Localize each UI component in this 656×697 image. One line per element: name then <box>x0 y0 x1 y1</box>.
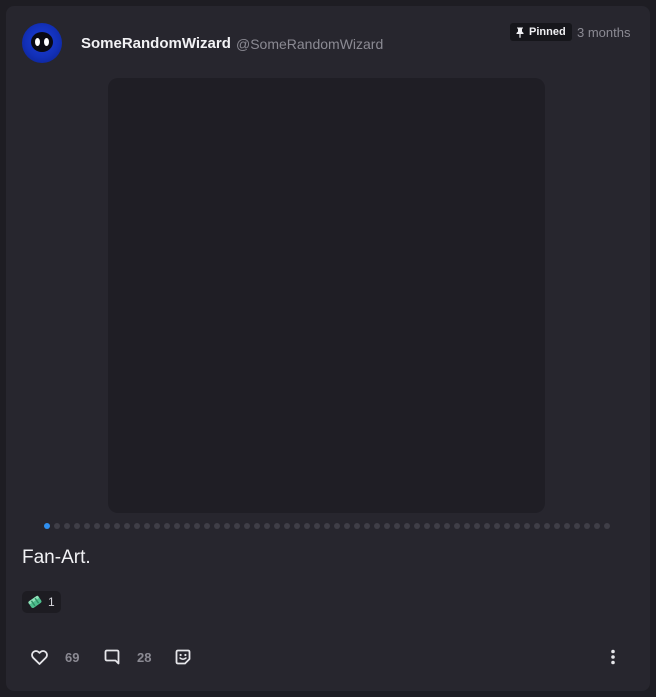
carousel-dot[interactable] <box>264 523 270 529</box>
carousel-dot[interactable] <box>304 523 310 529</box>
carousel-dot[interactable] <box>584 523 590 529</box>
carousel-dot[interactable] <box>454 523 460 529</box>
reaction-count: 1 <box>48 595 55 609</box>
avatar-eye-left <box>35 38 40 46</box>
carousel-dot[interactable] <box>314 523 320 529</box>
carousel-dot[interactable] <box>394 523 400 529</box>
comment-icon[interactable] <box>103 648 121 666</box>
carousel-dot[interactable] <box>574 523 580 529</box>
pin-icon <box>516 27 524 38</box>
post-actions: 69 28 <box>6 646 650 668</box>
carousel-dot[interactable] <box>514 523 520 529</box>
reaction-chip[interactable]: 1 <box>22 591 61 613</box>
avatar[interactable] <box>22 23 62 63</box>
carousel-dot[interactable] <box>404 523 410 529</box>
carousel-dot[interactable] <box>194 523 200 529</box>
carousel-dot[interactable] <box>234 523 240 529</box>
like-count: 69 <box>65 650 80 665</box>
carousel-dot[interactable] <box>104 523 110 529</box>
carousel-dot[interactable] <box>464 523 470 529</box>
carousel-dot[interactable] <box>474 523 480 529</box>
carousel-dot[interactable] <box>484 523 490 529</box>
gem-icon <box>28 595 42 608</box>
carousel-dot[interactable] <box>434 523 440 529</box>
carousel-dot[interactable] <box>384 523 390 529</box>
carousel-dot[interactable] <box>564 523 570 529</box>
pinned-label: Pinned <box>529 26 566 38</box>
carousel-dot[interactable] <box>354 523 360 529</box>
carousel-dot[interactable] <box>154 523 160 529</box>
carousel-dot[interactable] <box>494 523 500 529</box>
carousel-dot[interactable] <box>444 523 450 529</box>
carousel-dot[interactable] <box>524 523 530 529</box>
more-vertical-icon[interactable] <box>604 648 622 666</box>
carousel-dot[interactable] <box>424 523 430 529</box>
carousel-dot[interactable] <box>214 523 220 529</box>
like-icon[interactable] <box>30 648 48 666</box>
carousel-dot[interactable] <box>554 523 560 529</box>
carousel-dot[interactable] <box>144 523 150 529</box>
avatar-face <box>31 32 53 52</box>
author-name[interactable]: SomeRandomWizard <box>81 35 231 52</box>
carousel-dot[interactable] <box>64 523 70 529</box>
carousel-dot[interactable] <box>114 523 120 529</box>
comment-count: 28 <box>137 650 152 665</box>
carousel-dot[interactable] <box>94 523 100 529</box>
carousel-dot[interactable] <box>544 523 550 529</box>
carousel-dot[interactable] <box>174 523 180 529</box>
avatar-eye-right <box>44 38 49 46</box>
carousel-dot[interactable] <box>84 523 90 529</box>
carousel-dot[interactable] <box>344 523 350 529</box>
author-handle[interactable]: @SomeRandomWizard <box>236 36 383 52</box>
carousel-dot[interactable] <box>184 523 190 529</box>
post-caption: Fan-Art. <box>22 547 91 568</box>
carousel-dot[interactable] <box>204 523 210 529</box>
post-media[interactable] <box>108 78 545 513</box>
carousel-dot[interactable] <box>54 523 60 529</box>
carousel-dot[interactable] <box>294 523 300 529</box>
carousel-dot[interactable] <box>414 523 420 529</box>
carousel-dot[interactable] <box>374 523 380 529</box>
pinned-badge: Pinned <box>510 23 572 41</box>
carousel-dot-active[interactable] <box>44 523 50 529</box>
carousel-dot[interactable] <box>364 523 370 529</box>
carousel-dot[interactable] <box>594 523 600 529</box>
carousel-dot[interactable] <box>334 523 340 529</box>
sticker-icon[interactable] <box>174 648 192 666</box>
carousel-dot[interactable] <box>244 523 250 529</box>
carousel-dot[interactable] <box>164 523 170 529</box>
post-timestamp[interactable]: 3 months <box>577 25 630 40</box>
carousel-dot[interactable] <box>284 523 290 529</box>
carousel-dot[interactable] <box>504 523 510 529</box>
carousel-dot[interactable] <box>534 523 540 529</box>
carousel-dot[interactable] <box>324 523 330 529</box>
carousel-dot[interactable] <box>274 523 280 529</box>
carousel-dot[interactable] <box>134 523 140 529</box>
post-card: SomeRandomWizard @SomeRandomWizard Pinne… <box>6 6 650 691</box>
carousel-dot[interactable] <box>224 523 230 529</box>
carousel-indicator <box>44 523 610 529</box>
carousel-dot[interactable] <box>604 523 610 529</box>
carousel-dot[interactable] <box>254 523 260 529</box>
carousel-dot[interactable] <box>124 523 130 529</box>
carousel-dot[interactable] <box>74 523 80 529</box>
